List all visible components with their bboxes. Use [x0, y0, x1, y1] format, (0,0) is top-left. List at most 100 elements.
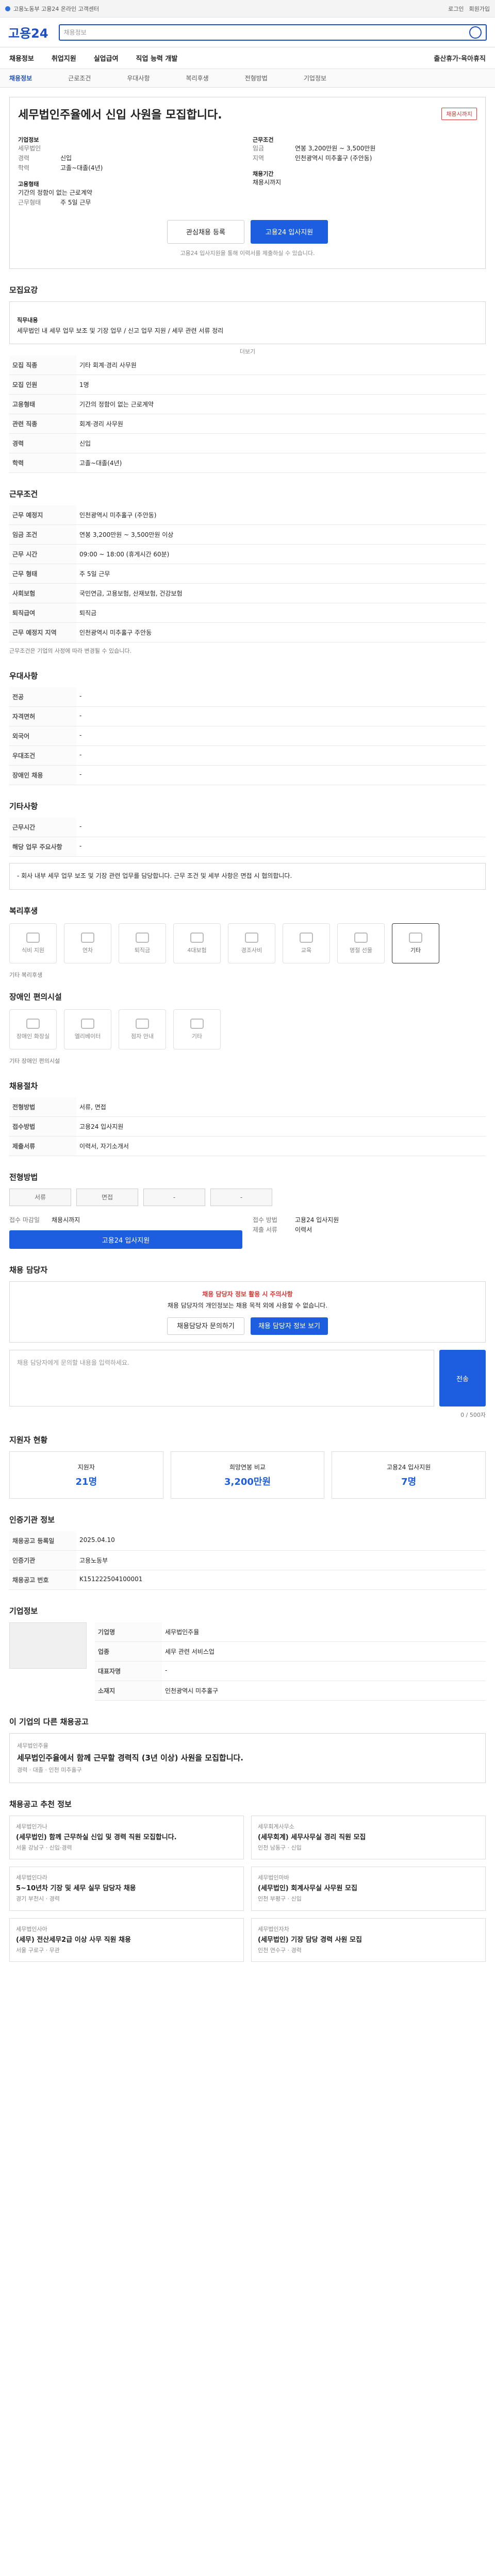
doc-key: 제출 서류 [253, 1226, 277, 1234]
recruit-key: 고용형태 [9, 394, 76, 415]
manager-inquiry-button[interactable]: 채용담당자 문의하기 [167, 1317, 244, 1335]
list-item[interactable]: 세무법인마바 (세무법인) 회계사무실 사무원 모집 인천 부평구 · 신입 [251, 1867, 486, 1911]
job-company: 세무법인마바 [258, 1874, 289, 1882]
process-value: 서류, 면접 [76, 1097, 486, 1117]
similar-card[interactable]: 세무법인주율 세무법인주율에서 함께 근무할 경력직 (3년 이상) 사원을 모… [9, 1733, 486, 1783]
job-title[interactable]: 5~10년차 기장 및 세무 실무 담당자 채용 [16, 1883, 237, 1894]
pref-value: - [76, 765, 486, 786]
other-value: - [76, 837, 486, 857]
registry-heading: 인증기관 정보 [9, 1515, 55, 1525]
registry-table: 채용공고 등록일 2025.04.10 인증기관 고용노동부 채용공고 번호 K151… [9, 1531, 486, 1590]
job-title: 세무법인주율에서 신입 사원을 모집합니다. [18, 109, 222, 122]
list-item[interactable]: 세무법인자차 (세무법인) 기장 담당 경력 사원 모집 인천 연수구 · 경력 [251, 1918, 486, 1962]
recruit-key: 모집 인원 [9, 375, 76, 395]
method-apply-button[interactable]: 고용24 입사지원 [9, 1230, 242, 1249]
job-title[interactable]: (세무법인) 함께 근무하실 신입 및 경력 직원 모집합니다. [16, 1832, 237, 1843]
recruit-value: 1명 [76, 375, 486, 395]
conditions-heading: 근무조건 [9, 489, 38, 499]
disabled-item-label: 점자 안내 [131, 1032, 154, 1040]
stat-value: 21명 [75, 1476, 97, 1487]
similar-title[interactable]: 세무법인주율에서 함께 근무할 경력직 (3년 이상) 사원을 모집합니다. [17, 1751, 478, 1765]
apply-button[interactable]: 고용24 입사지원 [251, 219, 328, 244]
apply-deadline-key: 접수 마감일 [9, 1216, 40, 1224]
search-input[interactable]: 채용정보 [58, 24, 487, 41]
inquiry-textarea[interactable]: 채용 담당자에게 문의할 내용을 입력하세요. [9, 1350, 434, 1407]
search-icon[interactable] [469, 26, 482, 39]
tab-method[interactable]: 전형방법 [245, 74, 268, 82]
tab-recruit[interactable]: 채용정보 [9, 74, 32, 82]
job-title[interactable]: (세무법인) 기장 담당 경력 사원 모집 [258, 1935, 479, 1946]
pref-value: - [76, 706, 486, 727]
nav-item-training[interactable]: 직업 능력 개발 [136, 53, 178, 63]
edu-value: 고졸~대졸(4년) [60, 164, 103, 172]
company-name[interactable]: 세무법인 [18, 144, 54, 154]
book-icon [300, 932, 313, 943]
inquiry-submit-button[interactable]: 전송 [439, 1350, 486, 1407]
nav-item-support[interactable]: 취업지원 [52, 53, 76, 63]
restroom-icon [26, 1018, 40, 1029]
cond-key: 근무 예정지 [9, 505, 76, 526]
job-meta: 인천 남동구 · 신입 [258, 1844, 302, 1851]
etc-icon [409, 932, 422, 943]
process-section: 채용절차 전형방법 서류, 면접 접수방법 고용24 입사지원 제출서류 이력서, 자… [9, 1080, 486, 1156]
process-value: 이력서, 자기소개서 [76, 1136, 486, 1156]
job-title[interactable]: (세무회계) 세무사무실 경리 직원 모집 [258, 1832, 479, 1843]
list-item[interactable]: 세무법인다라 5~10년차 기장 및 세무 실무 담당자 채용 경기 부천시 · 경… [9, 1867, 244, 1911]
company-section: 기업정보 기업명 세무법인주율 업종 세무 관련 서비스업 대표자명 - 소재지 인천광… [9, 1605, 486, 1701]
recruit-value: 신입 [76, 433, 486, 454]
job-title[interactable]: (세무) 전산세무2급 이상 사무 직원 채용 [16, 1935, 237, 1946]
top-utility-bar: 고용노동부 고용24 온라인 고객센터 로그인 회원가입 [0, 0, 495, 18]
more-button[interactable]: 더보기 [9, 347, 486, 355]
welfare-icons: 식비 지원 연차 퇴직금 4대보험 경조사비 교육 명절 선물 기타 [9, 923, 486, 963]
stat-card: 고용24 입사지원 7명 [332, 1451, 486, 1499]
career-value: 신입 [60, 155, 72, 162]
tab-conditions[interactable]: 근로조건 [68, 74, 91, 82]
company-label: 기업정보 [18, 137, 39, 143]
site-logo[interactable]: 고용24 [8, 23, 48, 41]
recruit-key: 학력 [9, 453, 76, 473]
preference-table: 전공 - 자격면허 - 외국어 - 우대조건 - 장애인 채용 - [9, 687, 486, 786]
region-value: 인천광역시 미추홀구 (주안동) [295, 155, 372, 162]
interest-button[interactable]: 관심채용 등록 [167, 219, 244, 244]
shield-icon [190, 932, 204, 943]
job-meta: 인천 부평구 · 신입 [258, 1895, 302, 1903]
nav-item-benefits[interactable]: 실업급여 [94, 53, 119, 63]
cond-value: 연봉 3,200만원 ~ 3,500만원 이상 [76, 524, 486, 545]
apply-note: 고용24 입사지원을 통해 이력서를 제출하실 수 있습니다. [180, 249, 315, 257]
cond-value: 퇴직금 [76, 603, 486, 623]
tab-company[interactable]: 기업정보 [304, 74, 326, 82]
nav-item-jobs[interactable]: 채용정보 [9, 53, 34, 63]
registry-key: 채용공고 등록일 [9, 1531, 76, 1551]
other-table: 근무시간 - 해당 업무 주요사항 - [9, 818, 486, 857]
cond-key: 퇴직급여 [9, 603, 76, 623]
welfare-section: 복리후생 식비 지원 연차 퇴직금 4대보험 경조사비 교육 명절 선물 기타 … [9, 905, 486, 1065]
preference-heading: 우대사항 [9, 671, 38, 681]
list-item[interactable]: 세무회계사무소 (세무회계) 세무사무실 경리 직원 모집 인천 남동구 · 신입 [251, 1815, 486, 1860]
process-key: 제출서류 [9, 1136, 76, 1156]
registry-section: 인증기관 정보 채용공고 등록일 2025.04.10 인증기관 고용노동부 채용공… [9, 1514, 486, 1590]
recruit-key: 모집 직종 [9, 355, 76, 376]
stat-card: 지원자 21명 [9, 1451, 163, 1499]
welfare-item-label: 연차 [82, 946, 93, 954]
cond-value: 인천광역시 미추홀구 주안동 [76, 622, 486, 643]
signup-link[interactable]: 회원가입 [469, 5, 490, 13]
list-item[interactable]: 세무법인가나 (세무법인) 함께 근무하실 신입 및 경력 직원 모집합니다. 서울… [9, 1815, 244, 1860]
method-tags: 서류 면접 - - [9, 1188, 486, 1206]
other-key: 해당 업무 주요사항 [9, 837, 76, 857]
list-item[interactable]: 세무법인사아 (세무) 전산세무2급 이상 사무 직원 채용 서울 구로구 · 무관 [9, 1918, 244, 1962]
job-title[interactable]: (세무법인) 회계사무실 사무원 모집 [258, 1883, 479, 1894]
similar-meta: 경력 · 대졸 · 인천 미추홀구 [17, 1767, 82, 1774]
pref-key: 장애인 채용 [9, 765, 76, 786]
nav-item-leave[interactable]: 출산휴가·육아휴직 [434, 53, 486, 63]
manager-text: 채용 담당자의 개인정보는 채용 목적 외에 사용할 수 없습니다. [167, 1301, 328, 1309]
disabled-item-label: 장애인 화장실 [16, 1032, 50, 1040]
cond-value: 국민연금, 고용보험, 산재보험, 건강보험 [76, 583, 486, 604]
type-label: 고용형태 [18, 180, 39, 188]
login-link[interactable]: 로그인 [448, 5, 464, 13]
pref-value: - [76, 726, 486, 747]
tab-preference[interactable]: 우대사항 [127, 74, 150, 82]
manager-info-button[interactable]: 채용 담당자 정보 보기 [251, 1317, 328, 1335]
salary-value: 연봉 3,200만원 ~ 3,500만원 [295, 145, 376, 152]
tab-welfare[interactable]: 복리후생 [186, 74, 209, 82]
salary-key: 임금 [253, 145, 265, 152]
